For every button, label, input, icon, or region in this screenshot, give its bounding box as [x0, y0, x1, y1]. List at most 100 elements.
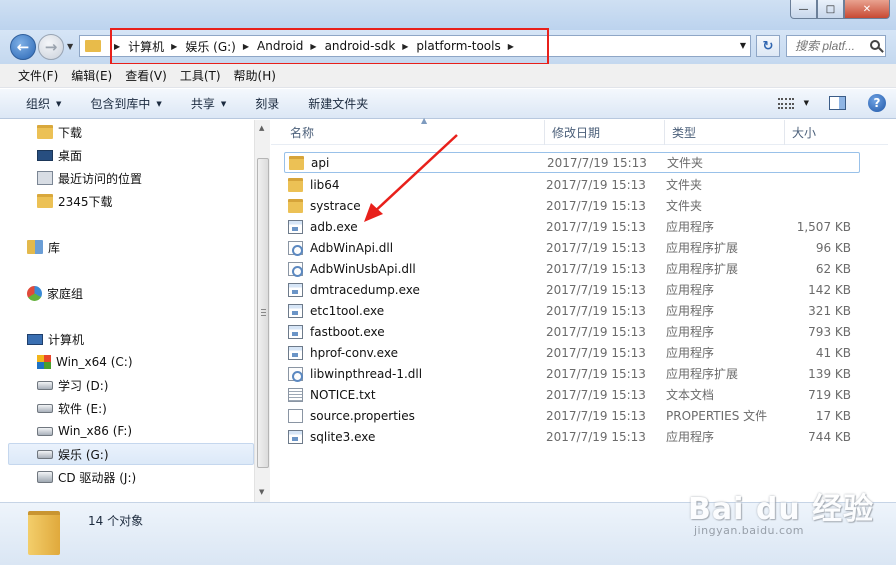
- menu-help[interactable]: 帮助(H): [234, 67, 276, 84]
- sidebar-item-drive-g[interactable]: 娱乐 (G:): [8, 443, 254, 465]
- column-type[interactable]: 类型: [665, 120, 785, 145]
- file-row[interactable]: etc1tool.exe 2017/7/19 15:13 应用程序 321 KB: [284, 300, 860, 321]
- organize-button[interactable]: 组织 ▼: [26, 95, 61, 112]
- file-date: 2017/7/19 15:13: [546, 324, 646, 339]
- sidebar-item-drive-c[interactable]: Win_x64 (C:): [8, 351, 254, 373]
- sidebar-item-recent-places[interactable]: 最近访问的位置: [8, 167, 254, 189]
- navigation-scrollbar[interactable]: ▲ ▼: [254, 120, 270, 502]
- file-date: 2017/7/19 15:13: [546, 408, 646, 423]
- search-input[interactable]: [795, 39, 863, 53]
- sidebar-item-drive-e[interactable]: 软件 (E:): [8, 397, 254, 419]
- file-date: 2017/7/19 15:13: [546, 240, 646, 255]
- file-name: api: [311, 155, 330, 170]
- sidebar-item-label: 娱乐 (G:): [58, 447, 109, 462]
- forward-button[interactable]: →: [38, 34, 64, 60]
- file-row[interactable]: AdbWinApi.dll 2017/7/19 15:13 应用程序扩展 96 …: [284, 237, 860, 258]
- sidebar-item-drive-d[interactable]: 学习 (D:): [8, 374, 254, 396]
- recent-pages-dropdown[interactable]: ▼: [67, 42, 73, 51]
- file-type: 文件夹: [667, 156, 704, 170]
- sidebar-item-label: 学习 (D:): [58, 378, 109, 393]
- file-name: etc1tool.exe: [310, 303, 385, 318]
- file-row[interactable]: AdbWinUsbApi.dll 2017/7/19 15:13 应用程序扩展 …: [284, 258, 860, 279]
- new-folder-button[interactable]: 新建文件夹: [308, 95, 368, 112]
- annotation-highlight-box: [110, 28, 549, 65]
- menu-edit[interactable]: 编辑(E): [71, 67, 112, 84]
- file-name: systrace: [310, 198, 361, 213]
- dll-icon: [288, 366, 303, 382]
- file-type: 应用程序: [666, 430, 715, 444]
- file-date: 2017/7/19 15:13: [546, 387, 646, 402]
- share-button[interactable]: 共享 ▼: [191, 95, 226, 112]
- sidebar-item-computer[interactable]: 计算机: [8, 328, 254, 350]
- file-row[interactable]: hprof-conv.exe 2017/7/19 15:13 应用程序 41 K…: [284, 342, 860, 363]
- help-icon[interactable]: ?: [868, 94, 886, 112]
- exe-icon: [288, 282, 303, 297]
- file-date: 2017/7/19 15:13: [546, 366, 646, 381]
- sidebar-item-drive-f[interactable]: Win_x86 (F:): [8, 420, 254, 442]
- file-row[interactable]: adb.exe 2017/7/19 15:13 应用程序 1,507 KB: [284, 216, 860, 237]
- search-icon[interactable]: [870, 40, 880, 50]
- file-size: 139 KB: [808, 366, 851, 381]
- file-type: 文本文档: [666, 388, 715, 402]
- file-row[interactable]: NOTICE.txt 2017/7/19 15:13 文本文档 719 KB: [284, 384, 860, 405]
- organize-label: 组织: [26, 97, 51, 111]
- folder-icon: [37, 194, 53, 208]
- file-type: 应用程序: [666, 220, 715, 234]
- file-row[interactable]: source.properties 2017/7/19 15:13 PROPER…: [284, 405, 860, 426]
- file-row[interactable]: systrace 2017/7/19 15:13 文件夹: [284, 195, 860, 216]
- close-button[interactable]: ✕: [844, 0, 890, 19]
- sidebar-item-2345-downloads[interactable]: 2345下载: [8, 190, 254, 212]
- file-name: sqlite3.exe: [310, 429, 376, 444]
- title-bar: — □ ✕: [0, 0, 896, 30]
- column-name[interactable]: 名称 ▲: [283, 116, 545, 145]
- menu-file[interactable]: 文件(F): [18, 67, 58, 84]
- exe-icon: [288, 324, 303, 339]
- scroll-down-icon[interactable]: ▼: [259, 488, 264, 496]
- column-date[interactable]: 修改日期: [545, 120, 665, 145]
- address-history-dropdown[interactable]: ▼: [740, 41, 746, 50]
- burn-button[interactable]: 刻录: [255, 95, 279, 112]
- file-name: source.properties: [310, 408, 415, 423]
- file-name: lib64: [310, 177, 340, 192]
- include-in-library-button[interactable]: 包含到库中 ▼: [90, 95, 161, 112]
- back-button[interactable]: ←: [10, 34, 36, 60]
- sidebar-item-downloads[interactable]: 下载: [8, 121, 254, 143]
- file-row[interactable]: lib64 2017/7/19 15:13 文件夹: [284, 174, 860, 195]
- library-icon: [27, 240, 43, 254]
- file-row[interactable]: api 2017/7/19 15:13 文件夹: [284, 152, 860, 173]
- document-icon: [288, 408, 303, 423]
- sort-ascending-icon: ▲: [421, 116, 428, 125]
- view-dropdown-arrow-icon[interactable]: ▼: [804, 99, 809, 107]
- file-size: 17 KB: [815, 408, 851, 423]
- menu-bar: 文件(F) 编辑(E) 查看(V) 工具(T) 帮助(H): [0, 64, 896, 88]
- view-options-icon[interactable]: [777, 97, 794, 109]
- file-size: 1,507 KB: [796, 219, 851, 234]
- sidebar-item-cd-drive-j[interactable]: CD 驱动器 (J:): [8, 466, 254, 488]
- file-name: dmtracedump.exe: [310, 282, 420, 297]
- dropdown-arrow-icon: ▼: [220, 99, 227, 108]
- file-date: 2017/7/19 15:13: [546, 303, 646, 318]
- search-box[interactable]: [786, 35, 886, 57]
- scrollbar-thumb[interactable]: [257, 158, 269, 468]
- file-name: AdbWinApi.dll: [310, 240, 394, 255]
- sidebar-item-desktop[interactable]: 桌面: [8, 144, 254, 166]
- refresh-button[interactable]: ↻: [756, 35, 780, 57]
- file-row[interactable]: dmtracedump.exe 2017/7/19 15:13 应用程序 142…: [284, 279, 860, 300]
- file-type: 应用程序扩展: [666, 241, 739, 255]
- menu-tools[interactable]: 工具(T): [180, 67, 221, 84]
- file-row[interactable]: sqlite3.exe 2017/7/19 15:13 应用程序 744 KB: [284, 426, 860, 447]
- file-row[interactable]: libwinpthread-1.dll 2017/7/19 15:13 应用程序…: [284, 363, 860, 384]
- grip-icon: [261, 309, 266, 316]
- sidebar-item-homegroup[interactable]: 家庭组: [8, 282, 254, 304]
- file-row[interactable]: fastboot.exe 2017/7/19 15:13 应用程序 793 KB: [284, 321, 860, 342]
- column-size[interactable]: 大小: [785, 120, 875, 145]
- maximize-button[interactable]: □: [817, 0, 844, 19]
- sidebar-item-libraries[interactable]: 库: [8, 236, 254, 258]
- menu-view[interactable]: 查看(V): [125, 67, 167, 84]
- minimize-button[interactable]: —: [790, 0, 817, 19]
- column-size-label: 大小: [792, 126, 817, 140]
- scroll-up-icon[interactable]: ▲: [259, 124, 264, 132]
- file-name: NOTICE.txt: [310, 387, 376, 402]
- file-type: 文件夹: [666, 199, 703, 213]
- preview-pane-icon[interactable]: [829, 96, 846, 110]
